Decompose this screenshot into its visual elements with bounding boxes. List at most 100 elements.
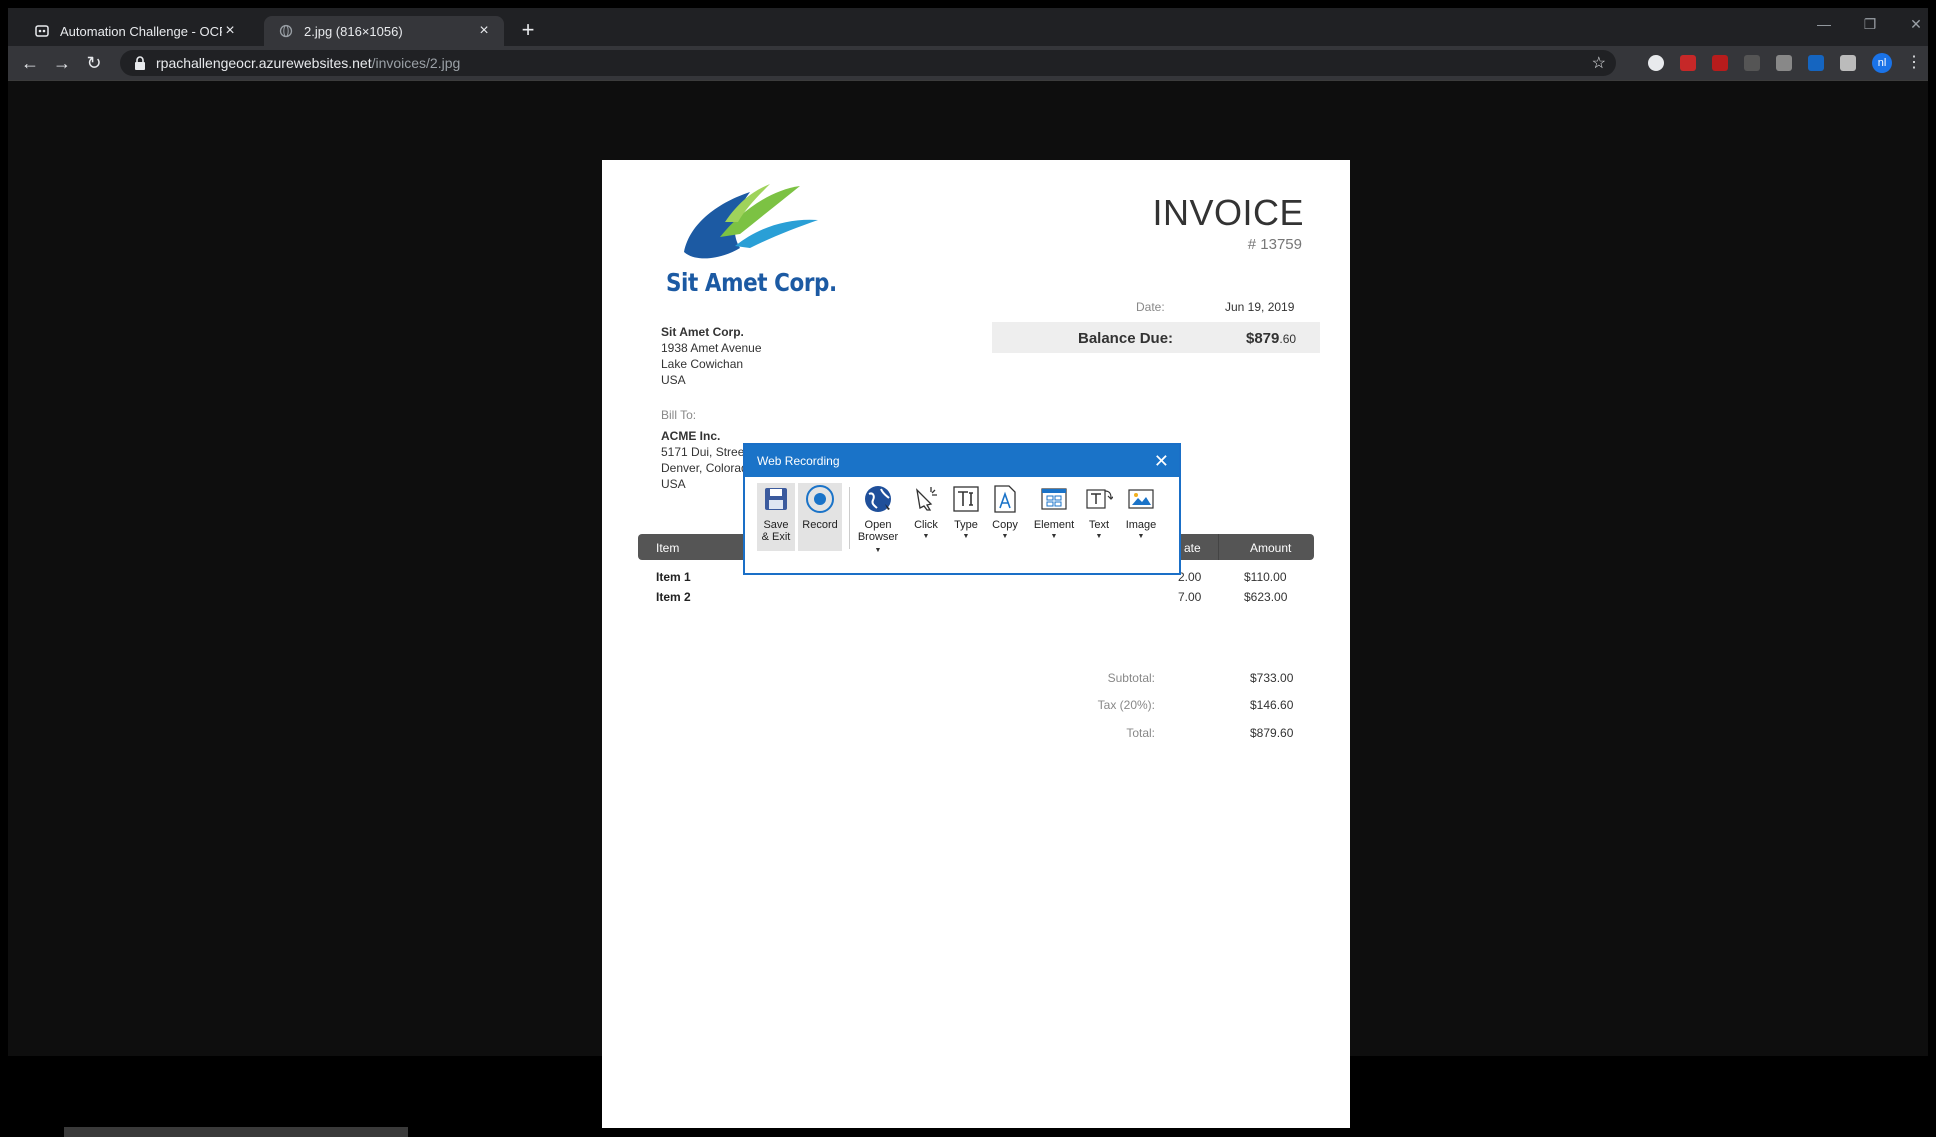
address-bar[interactable]: rpachallengeocr.azurewebsites.net/invoic… bbox=[120, 50, 1616, 76]
menu-kebab-icon[interactable]: ⋮ bbox=[1906, 55, 1922, 71]
chevron-down-icon: ▼ bbox=[962, 533, 970, 540]
new-tab-button[interactable]: + bbox=[516, 18, 540, 42]
invoice-number: # 13759 bbox=[1247, 236, 1302, 253]
profile-avatar[interactable]: nl bbox=[1872, 53, 1892, 73]
extension-link-icon[interactable] bbox=[1744, 55, 1760, 71]
chevron-down-icon: ▼ bbox=[1137, 533, 1145, 540]
close-icon[interactable]: ✕ bbox=[1154, 445, 1169, 477]
date-value: Jun 19, 2019 bbox=[1225, 300, 1295, 314]
balance-due-box: Balance Due: $879.60 bbox=[992, 322, 1320, 353]
tax-value: $146.60 bbox=[1250, 698, 1294, 712]
click-label: Click bbox=[914, 519, 938, 531]
open-browser-button[interactable]: Open Browser ▼ bbox=[855, 483, 901, 554]
element-label: Element bbox=[1033, 519, 1075, 531]
restore-icon[interactable]: ❐ bbox=[1850, 12, 1890, 36]
row-amount: $623.00 bbox=[1244, 590, 1288, 604]
from-address: Sit Amet Corp. 1938 Amet Avenue Lake Cow… bbox=[661, 324, 762, 388]
pointer-click-icon bbox=[907, 483, 945, 515]
download-extension-icon[interactable] bbox=[1776, 55, 1792, 71]
browser-toolbar: ← → ↻ rpachallengeocr.azurewebsites.net/… bbox=[8, 46, 1928, 81]
invoice-heading: INVOICE bbox=[1152, 192, 1304, 233]
row-rate: 7.00 bbox=[1178, 590, 1202, 604]
extension-circle-icon[interactable] bbox=[1648, 55, 1664, 71]
globe-icon bbox=[855, 483, 901, 515]
tab-title: Automation Challenge - OCR bbox=[60, 23, 222, 39]
tab-image-2jpg[interactable]: 2.jpg (816×1056) × bbox=[264, 16, 504, 46]
row-item-name: Item 1 bbox=[656, 570, 691, 584]
globe-favicon-icon bbox=[278, 23, 294, 39]
puzzle-extensions-icon[interactable] bbox=[1840, 55, 1856, 71]
url-text: rpachallengeocr.azurewebsites.net/invoic… bbox=[156, 55, 460, 71]
date-label: Date: bbox=[1136, 300, 1165, 314]
text-button[interactable]: Text ▼ bbox=[1083, 483, 1115, 551]
text-label: Text bbox=[1088, 519, 1110, 531]
corp-logo-icon bbox=[684, 184, 818, 259]
floppy-disk-icon bbox=[757, 483, 795, 515]
element-button[interactable]: Element ▼ bbox=[1029, 483, 1079, 551]
logo-text: Sit Amet Corp. bbox=[666, 268, 837, 297]
balance-cents: .60 bbox=[1279, 332, 1297, 346]
copy-button[interactable]: Copy ▼ bbox=[987, 483, 1023, 551]
extension-m-icon[interactable] bbox=[1680, 55, 1696, 71]
tax-label: Tax (20%): bbox=[1097, 698, 1155, 712]
tab-title: 2.jpg (816×1056) bbox=[304, 23, 403, 39]
header-amount: Amount bbox=[1250, 541, 1292, 555]
close-tab-icon[interactable]: × bbox=[476, 23, 492, 39]
to-country: USA bbox=[661, 477, 686, 491]
invoice-image: Sit Amet Corp. INVOICE # 13759 Date: Jun… bbox=[602, 160, 1350, 1128]
from-name: Sit Amet Corp. bbox=[661, 325, 744, 339]
pdf-extension-icon[interactable] bbox=[1712, 55, 1728, 71]
save-label-line1: Save bbox=[763, 519, 789, 531]
text-transform-icon bbox=[1083, 483, 1115, 515]
from-city: Lake Cowichan bbox=[661, 357, 744, 371]
forward-arrow-icon[interactable]: → bbox=[50, 51, 74, 75]
chevron-down-icon: ▼ bbox=[1095, 533, 1103, 540]
from-country: USA bbox=[661, 373, 686, 387]
chevron-down-icon: ▼ bbox=[1001, 533, 1009, 540]
browser-titlebar: Automation Challenge - OCR × 2.jpg (816×… bbox=[8, 8, 1928, 46]
record-button[interactable]: Record bbox=[798, 483, 842, 551]
subtotal-label: Subtotal: bbox=[1107, 671, 1155, 685]
subtotal-value: $733.00 bbox=[1250, 671, 1294, 685]
open-label-line2: Browser ▼ bbox=[857, 531, 899, 554]
dialog-title: Web Recording bbox=[757, 454, 840, 468]
bookmark-star-icon[interactable]: ☆ bbox=[1592, 53, 1606, 73]
record-label: Record bbox=[802, 519, 838, 531]
back-arrow-icon[interactable]: ← bbox=[18, 51, 42, 75]
to-street: 5171 Dui, Street bbox=[661, 445, 748, 459]
from-street: 1938 Amet Avenue bbox=[661, 341, 762, 355]
horizontal-scrollbar[interactable] bbox=[64, 1127, 408, 1137]
row-amount: $110.00 bbox=[1244, 570, 1287, 584]
to-city: Denver, Colorado bbox=[661, 461, 755, 475]
bill-to-label: Bill To: bbox=[661, 408, 697, 422]
close-tab-icon[interactable]: × bbox=[222, 23, 238, 39]
chevron-down-icon: ▼ bbox=[922, 533, 930, 540]
minimize-icon[interactable]: — bbox=[1804, 12, 1844, 36]
tab-automation-challenge[interactable]: Automation Challenge - OCR × bbox=[20, 16, 250, 46]
row-rate: 2.00 bbox=[1178, 570, 1202, 584]
type-button[interactable]: Type ▼ bbox=[949, 483, 983, 551]
image-button[interactable]: Image ▼ bbox=[1119, 483, 1163, 551]
chevron-down-icon: ▼ bbox=[1050, 533, 1058, 540]
uipath-extension-icon[interactable] bbox=[1808, 55, 1824, 71]
header-divider bbox=[1218, 534, 1219, 560]
window-close-icon[interactable]: ✕ bbox=[1896, 12, 1936, 36]
copy-document-icon bbox=[987, 483, 1023, 515]
image-label: Image bbox=[1125, 519, 1157, 531]
to-name: ACME Inc. bbox=[661, 429, 721, 443]
row-item-name: Item 2 bbox=[656, 590, 691, 604]
lock-icon bbox=[135, 56, 145, 70]
click-button[interactable]: Click ▼ bbox=[907, 483, 945, 551]
header-item: Item bbox=[656, 541, 680, 555]
toolbar-separator bbox=[849, 487, 850, 549]
type-text-icon bbox=[949, 483, 983, 515]
save-label-line2: & Exit bbox=[761, 531, 791, 543]
balance-label: Balance Due: bbox=[1078, 330, 1174, 347]
record-icon bbox=[798, 483, 842, 515]
to-address: ACME Inc. 5171 Dui, Street Denver, Color… bbox=[661, 428, 754, 492]
robot-favicon-icon bbox=[34, 23, 50, 39]
save-exit-button[interactable]: Save & Exit bbox=[757, 483, 795, 551]
element-window-icon bbox=[1029, 483, 1079, 515]
web-recording-dialog: Web Recording ✕ Save & Exit Record Open … bbox=[744, 444, 1180, 574]
reload-icon[interactable]: ↻ bbox=[82, 51, 106, 75]
